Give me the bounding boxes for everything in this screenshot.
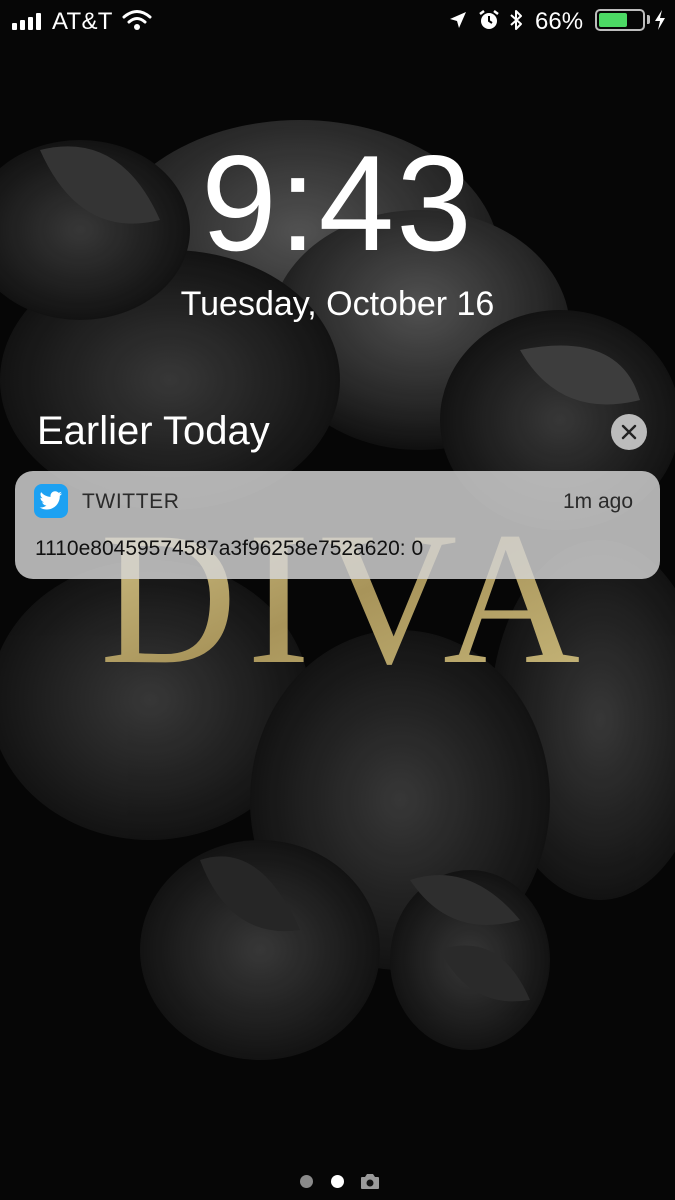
page-dot-1[interactable] bbox=[300, 1175, 313, 1188]
signal-icon bbox=[12, 12, 41, 30]
notification-time: 1m ago bbox=[562, 490, 633, 513]
close-icon bbox=[621, 424, 637, 440]
charging-icon bbox=[655, 10, 665, 30]
alarm-icon bbox=[479, 10, 499, 29]
notification-app-name: TWITTER bbox=[82, 490, 180, 513]
page-dot-2[interactable] bbox=[331, 1175, 344, 1188]
lock-screen-date: Tuesday, October 16 bbox=[180, 285, 495, 323]
notification-message: 1110e80459574587a3f96258e752a620: 0 bbox=[35, 537, 424, 560]
battery-level-fill bbox=[599, 13, 627, 27]
battery-tip bbox=[647, 15, 650, 24]
wifi-icon bbox=[122, 10, 152, 30]
page-indicator bbox=[0, 1170, 675, 1192]
twitter-bird-icon bbox=[34, 484, 68, 518]
location-icon bbox=[450, 12, 466, 28]
bluetooth-icon bbox=[510, 10, 522, 30]
twitter-notification[interactable]: TWITTER 1m ago 1110e80459574587a3f96258e… bbox=[15, 471, 660, 579]
battery-percent: 66% bbox=[535, 8, 584, 35]
camera-icon[interactable] bbox=[359, 1173, 381, 1191]
status-bar: AT&T 66% bbox=[0, 0, 675, 44]
lock-screen-time: 9:43 bbox=[201, 127, 474, 279]
notification-section-title: Earlier Today bbox=[37, 409, 270, 453]
battery-icon bbox=[595, 9, 645, 31]
clear-notifications-button[interactable] bbox=[611, 414, 647, 450]
carrier-label: AT&T bbox=[52, 8, 113, 35]
